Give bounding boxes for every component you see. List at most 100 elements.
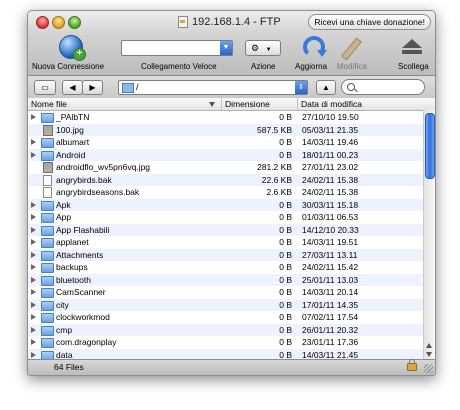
refresh-label: Aggiorna <box>295 62 328 71</box>
file-row[interactable]: 100.jpg 587.5 KB 05/03/11 21.35 <box>28 123 435 136</box>
sort-descending-icon <box>209 102 215 107</box>
file-list: _PAlbTN 0 B 27/10/10 19.50 100.jpg 587.5 KB 0… <box>28 111 435 361</box>
file-date: 27/10/10 19.50 <box>302 112 359 122</box>
folder-icon <box>41 113 54 123</box>
file-name: CamScanner <box>56 287 106 297</box>
folder-icon <box>41 263 54 273</box>
up-arrow-icon: ▲ <box>322 83 330 92</box>
file-row[interactable]: androidflo_wv5pn6vq.jpg 281.2 KB 27/01/11 … <box>28 161 435 174</box>
close-window-button[interactable] <box>36 16 49 29</box>
disclosure-triangle-icon[interactable] <box>31 201 36 208</box>
file-date: 01/03/11 06.53 <box>302 212 359 222</box>
file-icon <box>43 174 52 186</box>
file-name: _PAlbTN <box>56 112 90 122</box>
back-button[interactable]: ◀ <box>62 80 83 95</box>
search-field[interactable] <box>341 79 425 95</box>
file-size: 0 B <box>279 262 292 272</box>
disclosure-triangle-icon[interactable] <box>31 301 36 308</box>
file-row[interactable]: com.dragonplay 0 B 23/01/11 17.36 <box>28 336 435 349</box>
file-row[interactable]: backups 0 B 24/02/11 15.42 <box>28 261 435 274</box>
toolbar: + Nuova Connessione ▼ Collegamento Veloc… <box>28 33 435 76</box>
file-icon <box>43 187 52 198</box>
file-row[interactable]: Attachments 0 B 27/03/11 13.11 <box>28 248 435 261</box>
pencil-icon <box>341 37 362 61</box>
file-name: App <box>56 212 72 222</box>
file-name: clockworkmod <box>56 312 110 322</box>
refresh-arrow-icon <box>317 50 327 57</box>
folder-icon <box>122 83 134 93</box>
file-name: App Flashabili <box>56 224 110 235</box>
scrollbar-thumb[interactable] <box>425 113 435 179</box>
disclosure-triangle-icon[interactable] <box>31 214 36 220</box>
file-row[interactable]: albumart 0 B 14/03/11 19.46 <box>28 136 435 149</box>
disclosure-triangle-icon[interactable] <box>31 239 36 245</box>
folder-icon <box>41 150 54 161</box>
donation-key-button[interactable]: Ricevi una chiave donazione! <box>308 14 431 30</box>
disclosure-triangle-icon[interactable] <box>31 351 36 358</box>
file-row[interactable]: angrybirdseasons.bak 2.6 KB 24/02/11 15.38 <box>28 186 435 199</box>
back-arrow-icon: ◀ <box>69 83 76 92</box>
column-header-size[interactable]: Dimensione <box>222 98 298 110</box>
disclosure-triangle-icon[interactable] <box>31 339 36 345</box>
file-name: Apk <box>56 199 71 210</box>
disclosure-triangle-icon[interactable] <box>31 289 36 295</box>
resize-grip-icon[interactable] <box>424 364 433 373</box>
scroll-up-arrow-icon[interactable] <box>426 343 432 348</box>
file-name: bluetooth <box>56 274 91 285</box>
document-icon <box>178 16 188 28</box>
disclosure-triangle-icon[interactable] <box>31 314 36 320</box>
file-date: 30/03/11 15.18 <box>302 199 359 210</box>
disclosure-triangle-icon[interactable] <box>31 251 36 258</box>
new-connection-label: Nuova Connessione <box>32 62 105 71</box>
file-row[interactable]: App Flashabili 0 B 14/12/10 20.33 <box>28 223 435 236</box>
scroll-down-arrow-icon[interactable] <box>426 352 432 357</box>
search-icon <box>347 83 355 91</box>
file-row[interactable]: cmp 0 B 26/01/11 20.32 <box>28 323 435 336</box>
file-name: cmp <box>56 324 73 335</box>
column-header-date[interactable]: Data di modifica <box>298 98 424 110</box>
file-browser: Nome file Dimensione Data di modifica _P… <box>28 98 435 361</box>
file-name: city <box>56 299 69 310</box>
file-name: albumart <box>56 137 90 147</box>
ftp-window: 192.168.1.4 - FTP Ricevi una chiave dona… <box>27 10 436 376</box>
disclosure-triangle-icon[interactable] <box>31 326 36 333</box>
window-title-text: 192.168.1.4 - FTP <box>192 16 281 28</box>
file-row[interactable]: CamScanner 0 B 14/03/11 20.14 <box>28 286 435 299</box>
eject-icon <box>402 39 422 55</box>
bookmarks-button[interactable]: ▭ <box>34 80 56 95</box>
path-selector[interactable]: / ⇕ <box>118 80 308 95</box>
disclosure-triangle-icon[interactable] <box>31 139 36 145</box>
file-name: backups <box>56 262 88 272</box>
folder-icon <box>41 138 54 148</box>
disclosure-triangle-icon[interactable] <box>31 226 36 233</box>
parent-folder-button[interactable]: ▲ <box>316 80 336 95</box>
zoom-window-button[interactable] <box>68 16 81 29</box>
folder-icon <box>41 288 54 298</box>
file-date: 24/02/11 15.38 <box>302 187 359 197</box>
vertical-scrollbar[interactable] <box>423 110 435 360</box>
file-date: 07/02/11 17.54 <box>302 312 359 322</box>
file-row[interactable]: App 0 B 01/03/11 06.53 <box>28 211 435 224</box>
quick-connect-combo[interactable]: ▼ <box>121 40 233 56</box>
file-row[interactable]: Android 0 B 18/01/11 00.23 <box>28 148 435 161</box>
minimize-window-button[interactable] <box>52 16 65 29</box>
file-date: 24/02/11 15.42 <box>302 262 359 272</box>
file-size: 2.6 KB <box>266 187 292 197</box>
disclosure-triangle-icon[interactable] <box>31 264 36 270</box>
file-row[interactable]: _PAlbTN 0 B 27/10/10 19.50 <box>28 111 435 124</box>
file-row[interactable]: bluetooth 0 B 25/01/11 13.03 <box>28 273 435 286</box>
column-header-name[interactable]: Nome file <box>28 98 222 110</box>
file-row[interactable]: applanet 0 B 14/03/11 19.51 <box>28 236 435 249</box>
file-row[interactable]: angrybirds.bak 22.6 KB 24/02/11 15.38 <box>28 173 435 186</box>
file-date: 14/03/11 20.14 <box>302 287 359 297</box>
disclosure-triangle-icon[interactable] <box>31 114 36 120</box>
folder-icon <box>41 213 54 223</box>
forward-button[interactable]: ▶ <box>82 80 103 95</box>
disclosure-triangle-icon[interactable] <box>31 151 36 158</box>
file-row[interactable]: city 0 B 17/01/11 14.35 <box>28 298 435 311</box>
action-menu-button[interactable]: ⚙ ▼ <box>245 40 281 56</box>
file-row[interactable]: clockworkmod 0 B 07/02/11 17.54 <box>28 311 435 324</box>
file-row[interactable]: Apk 0 B 30/03/11 15.18 <box>28 198 435 211</box>
file-date: 14/12/10 20.33 <box>302 224 359 235</box>
disclosure-triangle-icon[interactable] <box>31 276 36 283</box>
